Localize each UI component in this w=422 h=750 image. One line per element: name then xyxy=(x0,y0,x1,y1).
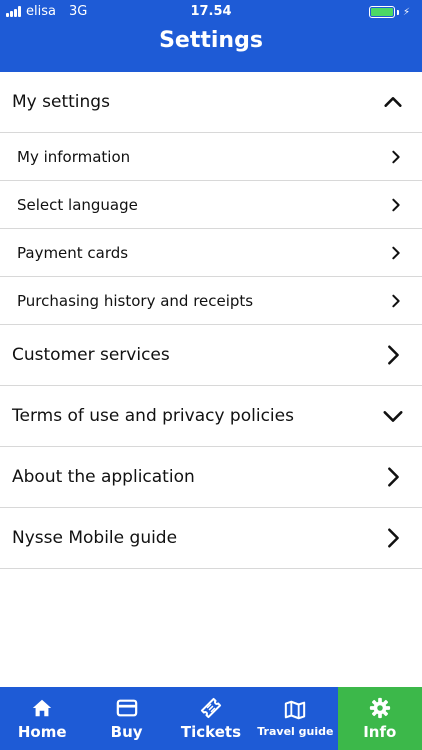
tab-label: Info xyxy=(363,722,397,741)
item-label: Purchasing history and receipts xyxy=(17,291,254,310)
item-purchasing-history[interactable]: Purchasing history and receipts xyxy=(0,277,422,325)
card-icon xyxy=(116,699,137,716)
tab-label: Home xyxy=(17,722,67,741)
chevron-up-icon xyxy=(384,97,402,107)
settings-list: My settings My information Select langua… xyxy=(0,72,422,569)
chevron-right-icon xyxy=(392,198,400,211)
chevron-right-icon xyxy=(392,246,400,259)
tab-label: Travel guide xyxy=(257,725,334,738)
section-label: Customer services xyxy=(12,345,170,365)
tab-home[interactable]: Home xyxy=(0,687,84,750)
section-label: My settings xyxy=(12,92,110,112)
section-label: About the application xyxy=(12,467,195,487)
status-bar: elisa 3G 17.54 ⚡ xyxy=(0,0,422,22)
tab-tickets[interactable]: Tickets xyxy=(169,687,253,750)
ticket-icon xyxy=(200,697,222,718)
section-guide[interactable]: Nysse Mobile guide xyxy=(0,508,422,569)
section-label: Nysse Mobile guide xyxy=(12,528,178,548)
home-icon xyxy=(33,699,52,716)
section-my-settings[interactable]: My settings xyxy=(0,72,422,133)
chevron-right-icon xyxy=(388,528,399,548)
chevron-right-icon xyxy=(392,294,400,307)
tab-buy[interactable]: Buy xyxy=(84,687,168,750)
tab-travel-guide[interactable]: Travel guide xyxy=(253,687,337,750)
item-select-language[interactable]: Select language xyxy=(0,181,422,229)
item-payment-cards[interactable]: Payment cards xyxy=(0,229,422,277)
tab-info[interactable]: Info xyxy=(337,687,422,750)
chevron-right-icon xyxy=(392,150,400,163)
app-header: elisa 3G 17.54 ⚡ Settings xyxy=(0,0,422,72)
section-about[interactable]: About the application xyxy=(0,447,422,508)
item-label: Payment cards xyxy=(17,243,129,262)
status-time: 17.54 xyxy=(190,4,232,19)
section-label: Terms of use and privacy policies xyxy=(12,406,294,426)
item-label: My information xyxy=(17,147,131,166)
chevron-right-icon xyxy=(388,345,399,365)
map-icon xyxy=(285,700,306,720)
tab-bar: Home Buy Tickets Travel guide Info xyxy=(0,687,422,750)
chevron-right-icon xyxy=(388,467,399,487)
tab-label: Tickets xyxy=(180,722,242,741)
section-customer-services[interactable]: Customer services xyxy=(0,325,422,386)
page-title: Settings xyxy=(159,28,263,53)
gear-icon xyxy=(369,697,390,718)
item-my-information[interactable]: My information xyxy=(0,133,422,181)
section-terms[interactable]: Terms of use and privacy policies xyxy=(0,386,422,447)
battery-icon: ⚡ xyxy=(368,6,410,18)
item-label: Select language xyxy=(17,195,138,214)
charging-icon: ⚡ xyxy=(402,6,410,18)
chevron-down-icon xyxy=(383,411,403,422)
tab-label: Buy xyxy=(110,722,143,741)
